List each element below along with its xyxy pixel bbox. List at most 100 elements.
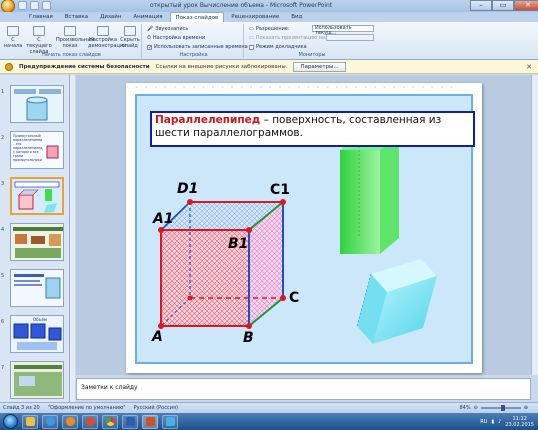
definition-textbox[interactable]: Параллелепипед – поверхность, составленн… [150, 111, 475, 147]
thumb-number: 7 [1, 365, 5, 371]
thumb5-graphic [11, 270, 63, 306]
media-player-icon[interactable] [62, 414, 78, 429]
volume-icon[interactable]: ♪ [498, 419, 501, 425]
presenter-view-checkbox[interactable]: Режим докладчика [249, 44, 307, 50]
save-icon[interactable] [18, 1, 27, 10]
tab-view[interactable]: Вид [286, 12, 307, 22]
use-timings-checkbox[interactable]: ✓ Использовать записанные времена [147, 44, 248, 50]
checkbox-empty-icon [249, 44, 254, 50]
undo-icon[interactable] [30, 1, 39, 10]
setup-group-caption: Настройка [179, 52, 208, 58]
show-on-text: Показать презентацию на: [255, 35, 327, 41]
clock[interactable]: 11:12 23.02.2015 [505, 416, 534, 428]
tab-slideshow[interactable]: Показ слайдов [169, 12, 225, 22]
ribbon-group-monitors: ▭ Разрешение: Использовать текущ... ▭ Пока… [246, 24, 378, 58]
status-bar: Слайд 3 из 20 "Оформление по умолчанию" … [0, 402, 538, 413]
network-icon[interactable]: ▮ [491, 419, 494, 425]
definition-term: Параллелепипед [155, 114, 261, 126]
hide-slide-button[interactable]: Скрыть слайд [120, 26, 140, 49]
tab-home[interactable]: Главная [24, 12, 58, 22]
thumb-number: 3 [1, 181, 5, 187]
tab-animation[interactable]: Анимация [128, 12, 167, 22]
start-group-caption: Начать показ слайдов [42, 52, 101, 58]
setup-show-button[interactable]: Настройка демонстрации [88, 26, 126, 49]
cyan-prism [356, 259, 437, 344]
from-current-button[interactable]: С текущего слайда [26, 26, 52, 55]
ribbon: С начала С текущего слайда Произвольный … [0, 22, 538, 60]
tab-design[interactable]: Дизайн [95, 12, 126, 22]
slide-thumbnails-pane: 1 2 Прямоугольный параллелепипед – это п… [0, 75, 70, 403]
powerpoint-icon[interactable] [142, 414, 158, 429]
language-indicator[interactable]: Русский (Россия) [134, 405, 178, 411]
resolution-text: Разрешение: [255, 26, 290, 32]
slide-thumbnail-3-selected[interactable] [10, 177, 64, 215]
zoom-out-icon[interactable]: ⊖ [474, 405, 478, 411]
quick-access-toolbar [18, 1, 51, 10]
notes-pane[interactable]: Заметки к слайду [76, 378, 531, 400]
monitor-icon: ▭ [249, 26, 254, 32]
security-options-button[interactable]: Параметры... [293, 61, 346, 72]
explorer-icon[interactable] [22, 414, 38, 429]
warning-icon [5, 62, 13, 71]
close-icon[interactable]: ✕ [526, 63, 532, 71]
slide-counter: Слайд 3 из 20 [3, 405, 40, 411]
slide-decor-border: ◦◦◦◦◦◦◦◦◦◦◦◦◦◦◦◦◦◦◦◦◦◦◦◦◦◦◦◦◦◦◦◦◦◦ [135, 84, 460, 91]
setup-show-icon [97, 26, 109, 36]
rehearse-timings-label: Настройка времени [152, 35, 206, 41]
hide-slide-label: Скрыть слайд [120, 37, 140, 49]
from-start-button[interactable]: С начала [2, 26, 24, 49]
redo-icon[interactable] [42, 1, 51, 10]
tab-review[interactable]: Рецензирование [226, 12, 284, 22]
slide-thumbnail-2[interactable]: Прямоугольный параллелепипед – это парал… [10, 131, 64, 169]
slide-thumbnail-1[interactable] [10, 85, 64, 123]
thumb-number: 6 [1, 319, 5, 325]
tab-insert[interactable]: Вставка [60, 12, 93, 22]
chrome-icon[interactable] [102, 414, 118, 429]
thumb-number: 5 [1, 273, 5, 279]
green-prism [340, 134, 399, 254]
input-language[interactable]: RU [480, 419, 487, 425]
thumb2-text: Прямоугольный параллелепипед – это парал… [13, 134, 44, 162]
slide-canvas[interactable]: ◦◦◦◦◦◦◦◦◦◦◦◦◦◦◦◦◦◦◦◦◦◦◦◦◦◦◦◦◦◦◦◦◦◦ D1 C1… [126, 83, 482, 373]
start-button[interactable] [3, 414, 18, 429]
vertex-label-a1: A1 [153, 211, 174, 227]
paint-icon[interactable] [162, 414, 178, 429]
slide-thumbnail-7[interactable] [10, 361, 64, 399]
vertex-label-d1: D1 [177, 181, 199, 197]
yandex-browser-icon[interactable] [82, 414, 98, 429]
zoom-slider[interactable] [480, 405, 521, 411]
vertex-label-c1: C1 [270, 182, 291, 198]
maximize-button[interactable]: ▭ [492, 0, 514, 11]
monitors-group-caption: Мониторы [298, 52, 326, 58]
record-narration-button[interactable]: 🎤 Звукозапись [147, 26, 188, 32]
zoom-level[interactable]: 84% [459, 405, 470, 411]
vertex-label-b1: B1 [228, 236, 249, 252]
notes-placeholder: Заметки к слайду [81, 384, 138, 391]
custom-show-icon [64, 26, 76, 36]
from-start-label: С начала [3, 37, 23, 49]
window-title: открытый урок Вычисление объема - Micros… [150, 2, 333, 9]
minimize-button[interactable]: – [470, 0, 492, 11]
rehearse-timings-button[interactable]: ⏱ Настройка времени [147, 35, 205, 41]
thumbnails-scrollbar[interactable] [70, 75, 75, 403]
word-icon[interactable] [122, 414, 138, 429]
slide-thumbnail-4[interactable] [10, 223, 64, 261]
presenter-view-label: Режим докладчика [256, 44, 307, 50]
editor-scrollbar[interactable] [531, 75, 538, 375]
hide-slide-icon [124, 26, 136, 36]
show-on-combo[interactable] [326, 34, 374, 41]
resolution-combo[interactable]: Использовать текущ... [312, 25, 374, 36]
system-tray: RU ▮ ♪ 11:12 23.02.2015 [480, 416, 538, 428]
ie-icon[interactable] [42, 414, 58, 429]
slide-thumbnail-6[interactable]: Объём [10, 315, 64, 353]
zoom-in-icon[interactable]: ⊕ [524, 405, 528, 411]
window-controls: – ▭ ✕ [470, 0, 538, 11]
slide-thumbnail-5[interactable] [10, 269, 64, 307]
clock-date: 23.02.2015 [505, 421, 534, 428]
close-button[interactable]: ✕ [514, 0, 538, 11]
thumb2-box [46, 145, 59, 159]
zoom-slider-handle[interactable] [500, 405, 505, 411]
record-narration-label: Звукозапись [155, 26, 189, 32]
custom-show-button[interactable]: Произвольный показ [56, 26, 95, 49]
security-warning-bar: Предупреждение системы безопасности Ссыл… [0, 60, 538, 74]
